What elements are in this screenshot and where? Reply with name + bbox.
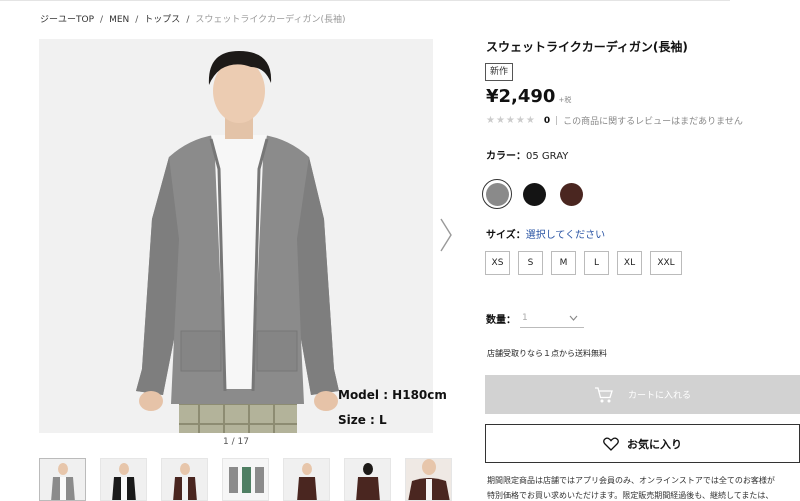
model-height-label: Model : H180cm bbox=[338, 388, 447, 402]
thumbnail-strip bbox=[39, 458, 452, 501]
size-m-button[interactable]: M bbox=[551, 251, 576, 275]
model-info: Model : H180cm Size : L bbox=[338, 389, 447, 439]
breadcrumb-separator: / bbox=[100, 15, 104, 25]
chevron-down-icon bbox=[569, 315, 578, 321]
review-summary: ★★★★★ 0 | この商品に関するレビューはまだありません bbox=[486, 114, 743, 127]
tax-label: +税 bbox=[558, 96, 572, 104]
image-counter: 1 / 17 bbox=[223, 437, 249, 447]
limited-offer-notice: 期間限定商品は店舗ではアプリ会員のみ、オンラインストアでは全てのお客様が 特別価… bbox=[487, 473, 800, 501]
product-title: スウェットライクカーディガン(長袖) bbox=[486, 40, 688, 54]
color-swatches bbox=[482, 179, 586, 209]
top-divider bbox=[0, 0, 730, 1]
review-count[interactable]: 0 bbox=[544, 116, 550, 126]
quantity-row: 数量： 1 bbox=[486, 309, 584, 328]
quantity-value: 1 bbox=[522, 313, 528, 323]
size-s-button[interactable]: S bbox=[518, 251, 543, 275]
model-size-label: Size : L bbox=[338, 413, 387, 427]
swatch-black[interactable] bbox=[519, 179, 549, 209]
breadcrumb-top[interactable]: ジーユーTOP bbox=[40, 12, 94, 25]
breadcrumb-separator: / bbox=[186, 15, 190, 25]
size-xxl-button[interactable]: XXL bbox=[650, 251, 682, 275]
swatch-brown-dot bbox=[559, 182, 583, 206]
price-value: ¥2,490 bbox=[486, 86, 556, 107]
thumbnail-brown-closeup[interactable] bbox=[405, 458, 452, 501]
size-hint: 選択してください bbox=[525, 230, 606, 241]
heart-icon bbox=[603, 436, 619, 451]
quantity-select[interactable]: 1 bbox=[520, 309, 584, 328]
swatch-brown[interactable] bbox=[556, 179, 586, 209]
new-badge: 新作 bbox=[485, 63, 514, 81]
notice-line-1: 期間限定商品は店舗ではアプリ会員のみ、オンラインストアでは全てのお客様が bbox=[487, 476, 775, 485]
size-xs-button[interactable]: XS bbox=[485, 251, 510, 275]
color-label: カラー： bbox=[486, 151, 526, 162]
breadcrumb: ジーユーTOP / MEN / トップス / スウェットライクカーディガン(長袖) bbox=[40, 12, 346, 25]
color-label-row: カラー：05 GRAY bbox=[486, 147, 568, 162]
product-main-image[interactable] bbox=[39, 39, 433, 433]
model-photo bbox=[39, 39, 433, 433]
store-pickup-note: 店舗受取りなら１点から送料無料 bbox=[487, 349, 607, 358]
breadcrumb-separator: / bbox=[135, 15, 139, 25]
swatch-gray-dot bbox=[485, 182, 509, 206]
favorite-button[interactable]: お気に入り bbox=[485, 424, 800, 463]
thumbnail-brown-back[interactable] bbox=[344, 458, 391, 501]
review-empty-text: この商品に関するレビューはまだありません bbox=[563, 117, 743, 127]
notice-line-2: 特別価格でお買い求めいただけます。限定販売期間経過後も、継続してまたは、 bbox=[487, 491, 774, 500]
next-image-button[interactable] bbox=[439, 217, 453, 253]
product-price: ¥2,490 +税 bbox=[486, 86, 571, 107]
rating-stars-icon: ★★★★★ bbox=[486, 115, 536, 126]
thumbnail-gray-front[interactable] bbox=[39, 458, 86, 501]
breadcrumb-current: スウェットライクカーディガン(長袖) bbox=[195, 15, 346, 25]
size-label: サイズ： bbox=[486, 230, 526, 241]
size-label-row: サイズ：選択してください bbox=[486, 226, 605, 241]
thumbnail-brown[interactable] bbox=[161, 458, 208, 501]
swatch-black-dot bbox=[522, 182, 546, 206]
breadcrumb-men[interactable]: MEN bbox=[109, 15, 129, 25]
size-options: XS S M L XL XXL bbox=[485, 251, 682, 275]
thumbnail-black[interactable] bbox=[100, 458, 147, 501]
quantity-label: 数量： bbox=[486, 315, 516, 326]
size-xl-button[interactable]: XL bbox=[617, 251, 642, 275]
add-to-cart-button[interactable]: カートに入れる bbox=[485, 375, 800, 414]
size-l-button[interactable]: L bbox=[584, 251, 609, 275]
breadcrumb-tops[interactable]: トップス bbox=[144, 12, 180, 25]
color-value: 05 GRAY bbox=[526, 151, 569, 162]
chevron-right-icon bbox=[440, 218, 452, 252]
thumbnail-brown-side[interactable] bbox=[283, 458, 330, 501]
review-separator: | bbox=[555, 115, 559, 126]
favorite-label: お気に入り bbox=[627, 437, 682, 451]
add-to-cart-label: カートに入れる bbox=[627, 391, 691, 401]
cart-icon bbox=[594, 386, 613, 402]
swatch-gray[interactable] bbox=[482, 179, 512, 209]
thumbnail-size-chart[interactable] bbox=[222, 458, 269, 501]
